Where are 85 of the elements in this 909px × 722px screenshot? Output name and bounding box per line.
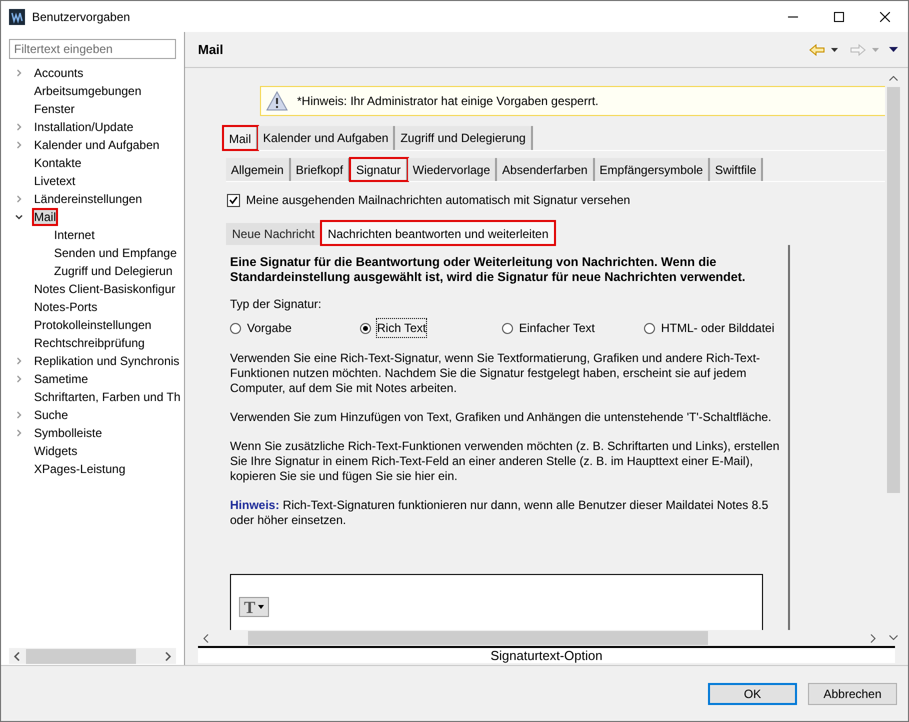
tab[interactable]: Empfängersymbole xyxy=(594,158,710,181)
scrollbar-thumb[interactable] xyxy=(26,648,136,664)
section-heading: Eine Signatur für die Beantwortung oder Weiterleitung von Nachrichten. Wenn die Standardeinstellung ausgewählt ist, wird die Signatur für neue Nachrichten verwendet. xyxy=(230,255,746,285)
radio-label[interactable]: Rich Text xyxy=(377,319,426,337)
caret-icon xyxy=(258,605,264,609)
tree-item[interactable]: Notes-Ports xyxy=(33,299,98,315)
radio-label[interactable]: Einfacher Text xyxy=(519,319,595,337)
tree-item[interactable]: Ländereinstellungen xyxy=(33,191,144,207)
radio-label[interactable]: HTML- oder Bilddatei xyxy=(661,319,774,337)
chevron-right-icon[interactable] xyxy=(15,375,23,383)
horizontal-scrollbar[interactable] xyxy=(9,648,176,664)
tree-item[interactable]: Internet xyxy=(53,227,96,243)
tree-item[interactable]: Notes Client-Basiskonfigur xyxy=(33,281,176,297)
signature-editor[interactable]: T xyxy=(230,574,763,630)
dialog-button[interactable]: Abbrechen xyxy=(808,682,897,704)
tab[interactable]: Kalender und Aufgaben xyxy=(258,126,396,150)
note-paragraph: Hinweis: Rich-Text-Signaturen funktionieren nur dann, wenn alle Benutzer dieser Maildatei Notes 8.5 oder höher einsetzen. xyxy=(230,498,770,528)
view-menu-icon[interactable] xyxy=(889,47,898,52)
tab[interactable]: Mail xyxy=(223,126,258,150)
back-arrow-icon[interactable] xyxy=(809,44,825,56)
tab[interactable]: Neue Nachricht xyxy=(226,223,321,245)
chevron-right-icon[interactable] xyxy=(15,69,23,77)
tree-item[interactable]: Kontakte xyxy=(33,155,82,171)
tab[interactable]: Briefkopf xyxy=(290,158,350,181)
tree-item[interactable]: Schriftarten, Farben und Th xyxy=(33,389,182,405)
tree-item[interactable]: Fenster xyxy=(33,101,76,117)
radio-button[interactable] xyxy=(644,322,655,334)
chevron-right-icon[interactable] xyxy=(15,357,23,365)
tree-item[interactable]: Sametime xyxy=(33,371,90,387)
filter-field[interactable]: Filtertext eingeben xyxy=(9,39,176,59)
tree-item[interactable]: Zugriff und Delegierun xyxy=(53,263,174,279)
checkbox-label[interactable]: Meine ausgehenden Mailnachrichten automatisch mit Signatur versehen xyxy=(246,191,630,209)
text-insert-button[interactable]: T xyxy=(239,597,270,617)
warning-icon xyxy=(266,91,288,111)
chevron-right-icon[interactable] xyxy=(15,411,23,419)
tree-item[interactable]: Accounts xyxy=(33,65,84,81)
chevron-right-icon[interactable] xyxy=(15,429,23,437)
tree-item[interactable]: Suche xyxy=(33,407,70,423)
maximize-icon xyxy=(834,12,844,22)
tree-item[interactable]: Senden und Empfange xyxy=(53,245,178,261)
help-paragraph: Wenn Sie zusätzliche Rich-Text-Funktionen verwenden möchten (z. B. Schriftarten und Links), erstellen Sie Ihre Signatur in einem Rich-Text-Feld an einer anderen Stelle (z. B. im Haupttext einer E-Mail), kopieren Sie sie und fügen Sie sie hier ein. xyxy=(230,439,780,484)
scroll-down-icon[interactable] xyxy=(889,635,898,640)
scrollbar-thumb[interactable] xyxy=(887,87,900,493)
forward-arrow-icon[interactable] xyxy=(850,44,866,56)
tree-item[interactable]: Arbeitsumgebungen xyxy=(33,83,142,99)
tree-item[interactable]: Kalender und Aufgaben xyxy=(33,137,160,153)
tree-item[interactable]: Installation/Update xyxy=(33,119,134,135)
chevron-down-icon[interactable] xyxy=(15,213,23,221)
tree-item[interactable]: Widgets xyxy=(33,443,78,459)
tab[interactable]: Zugriff und Delegierung xyxy=(395,126,533,150)
help-paragraph: Verwenden Sie zum Hinzufügen von Text, Grafiken und Anhängen die untenstehende 'T'-Schaltfläche. xyxy=(230,410,772,425)
caption-text: Signaturtext-Option xyxy=(490,646,602,665)
tab[interactable]: Nachrichten beantworten und weiterleiten xyxy=(320,221,555,245)
notice-text: *Hinweis: Ihr Administrator hat einige Vorgaben gesperrt. xyxy=(297,93,598,110)
close-icon xyxy=(880,12,890,22)
radio-button[interactable] xyxy=(360,322,371,334)
tree-item[interactable]: Protokolleinstellungen xyxy=(33,317,152,333)
tab[interactable]: Signatur xyxy=(350,158,408,181)
tab[interactable]: Absenderfarben xyxy=(497,158,595,181)
tab[interactable]: Swiftfile xyxy=(710,158,764,181)
tree-item[interactable]: Symbolleiste xyxy=(33,425,104,441)
window-title: Benutzervorgaben xyxy=(32,8,130,26)
tree-item[interactable]: Replikation und Synchronis xyxy=(33,353,180,369)
tab[interactable]: Wiedervorlage xyxy=(408,158,498,181)
help-paragraph: Verwenden Sie eine Rich-Text-Signatur, wenn Sie Textformatierung, Grafiken und andere Rich-Text-Funktionen nutzen möchten. Nachdem Sie die Signatur festgelegt haben, erscheint sie auf jedem Computer, auf dem Sie mit Notes arbeiten. xyxy=(230,351,762,396)
tab[interactable]: Allgemein xyxy=(226,158,291,181)
tree-item[interactable]: XPages-Leistung xyxy=(33,461,126,477)
dropdown-arrow-icon[interactable] xyxy=(831,48,838,52)
chevron-right-icon[interactable] xyxy=(15,195,23,203)
tree-item[interactable]: Rechtschreibprüfung xyxy=(33,335,146,351)
scroll-up-icon[interactable] xyxy=(889,76,898,81)
radio-button[interactable] xyxy=(502,322,513,334)
page-title: Mail xyxy=(198,40,224,59)
scrollbar-thumb[interactable] xyxy=(248,631,708,645)
chevron-right-icon[interactable] xyxy=(15,123,23,131)
chevron-right-icon[interactable] xyxy=(15,141,23,149)
type-label: Typ der Signatur: xyxy=(230,296,322,313)
tree-item[interactable]: Mail xyxy=(33,209,58,225)
dialog-button[interactable]: OK xyxy=(708,682,797,704)
app-logo-icon xyxy=(9,8,25,24)
radio-label[interactable]: Vorgabe xyxy=(247,319,292,337)
radio-button[interactable] xyxy=(230,322,241,334)
checkbox[interactable] xyxy=(227,194,240,206)
checkmark-icon xyxy=(229,196,238,204)
tree-item[interactable]: Livetext xyxy=(33,173,76,189)
